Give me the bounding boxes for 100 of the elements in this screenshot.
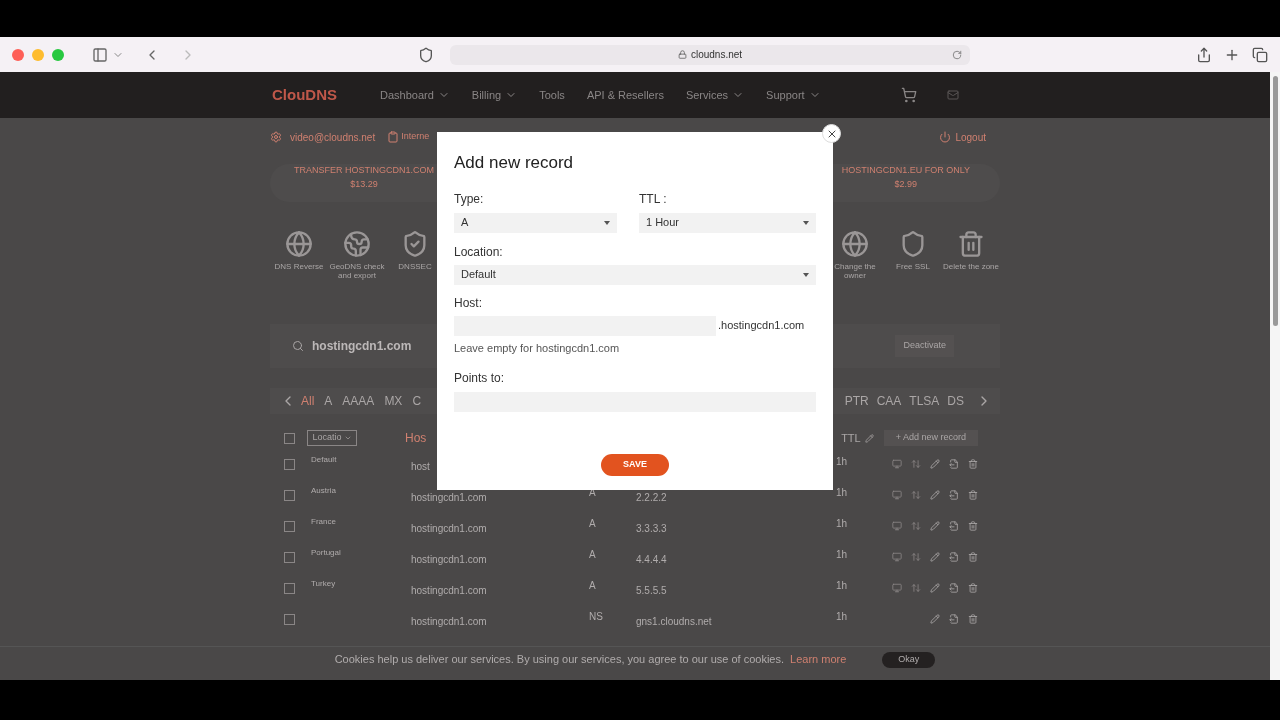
pencil-icon[interactable] bbox=[930, 583, 940, 593]
deactivate-button[interactable]: Deactivate bbox=[895, 335, 954, 357]
ttl-cell-text: 1h bbox=[836, 486, 849, 500]
record-type-tab[interactable]: AAAA bbox=[337, 392, 380, 410]
okay-button[interactable]: Okay bbox=[882, 651, 936, 668]
account-link[interactable]: Interne bbox=[401, 130, 430, 144]
close-dialog-button[interactable] bbox=[822, 124, 841, 143]
trash-icon[interactable] bbox=[968, 583, 978, 593]
export-icon[interactable] bbox=[949, 552, 959, 562]
location-cell-text: France bbox=[311, 516, 337, 528]
caret-icon bbox=[803, 220, 809, 225]
power-icon[interactable] bbox=[939, 131, 952, 143]
ttl-select[interactable]: 1 Hour bbox=[639, 212, 816, 233]
logout-link[interactable]: Logout bbox=[955, 129, 986, 145]
record-type-tab[interactable]: MX bbox=[379, 392, 408, 410]
nav-item[interactable]: Support bbox=[766, 86, 821, 104]
monitor-icon[interactable] bbox=[892, 459, 902, 469]
account-email[interactable]: video@cloudns.net bbox=[290, 129, 376, 145]
ttl-cell-text: 1h bbox=[836, 579, 849, 593]
trash-icon[interactable] bbox=[968, 552, 978, 562]
points-to-cell-text: 3.3.3.3 bbox=[636, 522, 668, 536]
share-icon[interactable] bbox=[1196, 46, 1212, 63]
url-text: cloudns.net bbox=[690, 48, 743, 62]
learn-more-link[interactable]: Learn more bbox=[790, 651, 847, 668]
monitor-icon[interactable] bbox=[892, 490, 902, 500]
gear-icon[interactable] bbox=[270, 131, 282, 143]
up-down-arrows-icon[interactable] bbox=[911, 459, 921, 469]
tabs-overview-icon[interactable] bbox=[1252, 46, 1268, 63]
export-icon[interactable] bbox=[949, 583, 959, 593]
export-icon[interactable] bbox=[949, 459, 959, 469]
monitor-icon[interactable] bbox=[892, 583, 902, 593]
host-cell-text: hostingcdn1.com bbox=[411, 584, 488, 598]
feature-label[interactable]: Free SSL bbox=[896, 262, 930, 271]
export-icon[interactable] bbox=[949, 521, 959, 531]
trash-icon[interactable] bbox=[968, 490, 978, 500]
type-cell-text: A bbox=[589, 548, 597, 562]
mail-icon[interactable] bbox=[946, 89, 959, 101]
record-type-tab[interactable]: A bbox=[319, 392, 338, 410]
record-type-tab[interactable]: TLSA bbox=[905, 392, 944, 410]
checkbox[interactable] bbox=[284, 459, 295, 470]
logo[interactable]: ClouDNS bbox=[272, 83, 380, 107]
location-filter[interactable]: Locatio bbox=[307, 430, 357, 446]
feature-label[interactable]: GeoDNS check and export bbox=[328, 262, 386, 280]
caret-icon bbox=[343, 434, 352, 442]
reload-icon[interactable] bbox=[952, 49, 962, 60]
shield-icon[interactable] bbox=[418, 46, 434, 63]
scrollbar-thumb[interactable] bbox=[1272, 76, 1278, 326]
pencil-icon[interactable] bbox=[864, 433, 874, 443]
up-down-arrows-icon[interactable] bbox=[911, 521, 921, 531]
address-bar[interactable]: cloudns.net bbox=[450, 44, 970, 65]
monitor-icon[interactable] bbox=[892, 521, 902, 531]
host-hint: Leave empty for hostingcdn1.com bbox=[454, 340, 621, 356]
promo-text[interactable]: HOSTINGCDN1.EU FOR ONLY bbox=[841, 164, 970, 178]
up-down-arrows-icon[interactable] bbox=[911, 583, 921, 593]
export-icon[interactable] bbox=[949, 614, 959, 624]
feature-label[interactable]: Delete the zone bbox=[942, 262, 999, 271]
promo-text[interactable]: TRANSFER HOSTINGCDN1.COM bbox=[294, 164, 434, 178]
feature-label[interactable]: DNS Reverse bbox=[274, 262, 324, 271]
points-to-cell-text: gns1.cloudns.net bbox=[636, 615, 713, 629]
record-type-tab[interactable]: DS bbox=[943, 392, 968, 410]
cart-icon[interactable] bbox=[900, 87, 917, 103]
record-type-tab[interactable]: PTR bbox=[840, 392, 873, 410]
close-window-icon[interactable] bbox=[12, 48, 24, 61]
feature-label[interactable]: DNSSEC bbox=[398, 262, 432, 271]
type-select[interactable]: A bbox=[454, 212, 617, 233]
pencil-icon[interactable] bbox=[930, 521, 940, 531]
save-button[interactable]: SAVE bbox=[601, 454, 669, 476]
checkbox[interactable] bbox=[284, 432, 295, 444]
checkbox[interactable] bbox=[284, 490, 295, 501]
nav-item[interactable]: Dashboard bbox=[380, 86, 450, 104]
nav-item[interactable]: Tools bbox=[539, 86, 565, 104]
up-down-arrows-icon[interactable] bbox=[911, 552, 921, 562]
nav-item[interactable]: Services bbox=[685, 86, 745, 104]
record-type-tab[interactable]: C bbox=[407, 392, 427, 410]
ttl-cell-text: 1h bbox=[836, 517, 849, 531]
add-record-button[interactable]: + Add new record bbox=[883, 430, 978, 446]
checkbox[interactable] bbox=[284, 521, 295, 532]
minimize-window-icon[interactable] bbox=[32, 48, 44, 61]
monitor-icon[interactable] bbox=[892, 552, 902, 562]
pencil-icon[interactable] bbox=[930, 490, 940, 500]
pencil-icon[interactable] bbox=[930, 614, 940, 624]
nav-item[interactable]: API & Resellers bbox=[586, 86, 664, 104]
nav-item[interactable]: Billing bbox=[471, 86, 518, 104]
record-type-tab[interactable]: All bbox=[296, 392, 320, 410]
checkbox[interactable] bbox=[284, 614, 295, 625]
maximize-window-icon[interactable] bbox=[52, 48, 64, 61]
trash-icon[interactable] bbox=[968, 521, 978, 531]
record-type-tab[interactable]: CAA bbox=[872, 392, 906, 410]
clipboard-icon[interactable] bbox=[387, 131, 400, 143]
location-select[interactable]: Default bbox=[454, 264, 816, 285]
pencil-icon[interactable] bbox=[930, 552, 940, 562]
sidebar-icon[interactable] bbox=[92, 46, 108, 63]
trash-icon[interactable] bbox=[968, 459, 978, 469]
checkbox[interactable] bbox=[284, 583, 295, 594]
up-down-arrows-icon[interactable] bbox=[911, 490, 921, 500]
pencil-icon[interactable] bbox=[930, 459, 940, 469]
trash-icon[interactable] bbox=[968, 614, 978, 624]
export-icon[interactable] bbox=[949, 490, 959, 500]
caret-icon bbox=[604, 220, 610, 225]
checkbox[interactable] bbox=[284, 552, 295, 563]
